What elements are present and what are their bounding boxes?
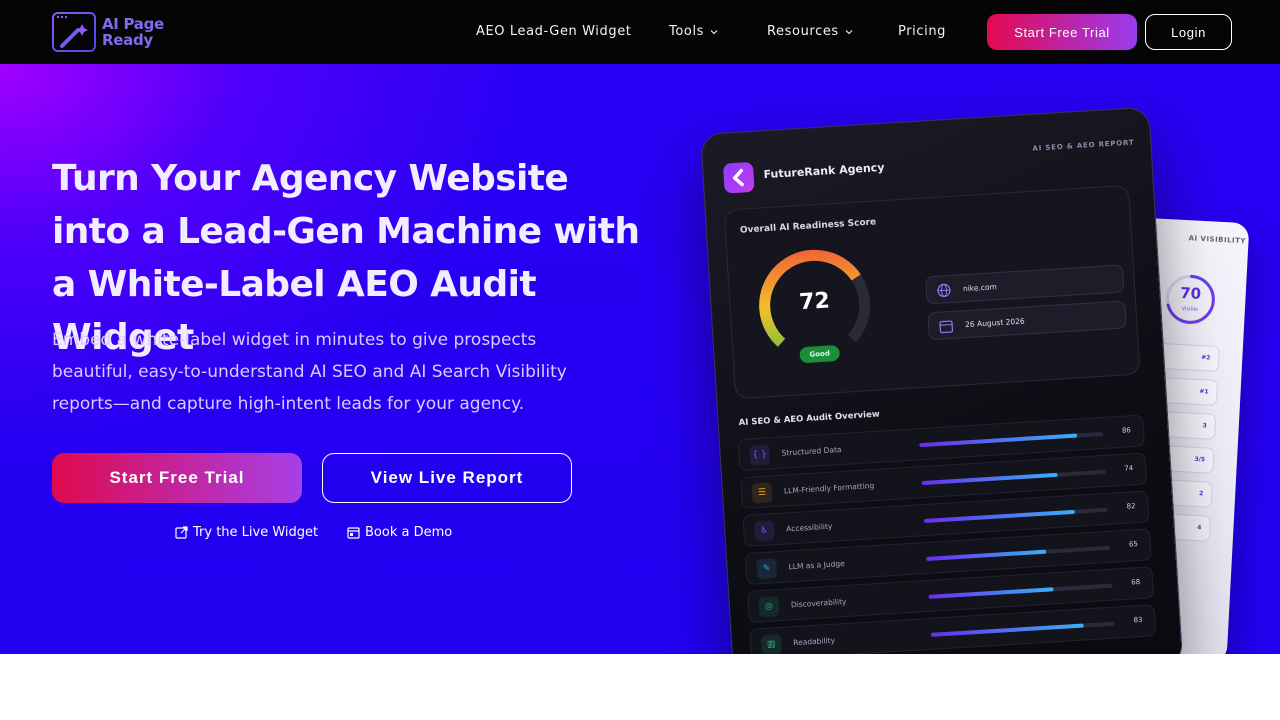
audit-row-value: 82 <box>1126 502 1136 511</box>
code-braces-icon: { } <box>749 444 771 466</box>
start-free-trial-button[interactable]: Start Free Trial <box>52 453 302 503</box>
audit-progress-track <box>919 431 1104 448</box>
globe-icon <box>937 283 951 297</box>
audit-progress-track <box>930 621 1115 637</box>
audit-row-label: Discoverability <box>790 596 847 610</box>
score-panel: Overall AI Readiness Score 72 Good nike.… <box>723 184 1141 400</box>
audit-row-value: 83 <box>1133 615 1143 625</box>
nav-start-trial-button[interactable]: Start Free Trial <box>987 14 1137 50</box>
hero-section: Turn Your Agency Website into a Lead-Gen… <box>0 64 1280 654</box>
nav-link-aeo-widget[interactable]: AEO Lead-Gen Widget <box>476 24 632 39</box>
chat-bubble-icon: ✎ <box>756 558 778 580</box>
overview-title: AI SEO & AEO Audit Overview <box>738 409 880 429</box>
audit-row-label: LLM-Friendly Formatting <box>783 481 875 496</box>
domain-text: nike.com <box>962 282 998 294</box>
audit-progress-fill <box>923 509 1075 524</box>
audit-row-label: Readability <box>792 635 836 648</box>
audit-row-label: LLM as a Judge <box>788 558 845 572</box>
audit-row-value: 68 <box>1131 577 1141 587</box>
book-icon: ▥ <box>760 634 782 654</box>
audit-row-value: 65 <box>1128 540 1139 549</box>
audit-progress-track <box>921 469 1106 486</box>
date-text: 26 August 2026 <box>964 316 1025 330</box>
audit-progress-fill <box>928 587 1054 599</box>
view-live-report-button[interactable]: View Live Report <box>322 453 572 503</box>
book-demo-link[interactable]: Book a Demo <box>347 525 452 540</box>
radar-icon: ◎ <box>758 596 780 618</box>
logo-icon <box>52 12 96 52</box>
agency-name: FutureRank Agency <box>763 160 885 182</box>
chevron-down-icon <box>710 29 718 34</box>
audit-progress-track <box>923 507 1108 524</box>
date-pill: 26 August 2026 <box>927 300 1127 341</box>
list-icon: ☰ <box>751 482 773 504</box>
audit-progress-fill <box>919 433 1078 448</box>
logo-text: AI Page Ready <box>102 15 164 49</box>
audit-row-value: 86 <box>1121 426 1132 435</box>
report-label: AI SEO & AEO REPORT <box>1032 138 1135 153</box>
audit-progress-fill <box>926 549 1046 561</box>
accessibility-icon: ♿ <box>753 520 775 542</box>
visibility-score: 70 <box>1179 283 1202 303</box>
login-button[interactable]: Login <box>1145 14 1232 50</box>
external-link-icon <box>175 526 188 539</box>
domain-pill: nike.com <box>925 264 1125 305</box>
logo[interactable]: AI Page Ready <box>52 12 164 52</box>
audit-progress-track <box>928 583 1113 599</box>
try-live-widget-link[interactable]: Try the Live Widget <box>175 525 318 540</box>
audit-progress-fill <box>930 623 1084 637</box>
calendar-icon <box>347 527 360 539</box>
top-nav: AI Page Ready AEO Lead-Gen Widget Tools … <box>0 0 1280 64</box>
score-title: Overall AI Readiness Score <box>739 217 877 236</box>
audit-progress-track <box>926 545 1111 561</box>
report-preview-card: FutureRank Agency AI SEO & AEO REPORT Ov… <box>700 106 1184 654</box>
audit-row-label: Structured Data <box>781 444 842 458</box>
nav-link-pricing[interactable]: Pricing <box>898 24 946 39</box>
calendar-icon <box>939 320 954 334</box>
agency-logo-icon <box>722 161 755 194</box>
score-badge: Good <box>799 344 841 364</box>
audit-row-label: Accessibility <box>785 521 833 534</box>
chevron-down-icon <box>845 29 853 34</box>
ai-visibility-title: AI VISIBILITY <box>1188 234 1247 246</box>
hero-subtitle: Embed a white-label widget in minutes to… <box>52 330 567 414</box>
audit-progress-fill <box>921 472 1058 486</box>
nav-link-tools[interactable]: Tools <box>669 24 718 39</box>
audit-row-value: 74 <box>1124 464 1134 473</box>
nav-link-resources[interactable]: Resources <box>767 24 853 39</box>
